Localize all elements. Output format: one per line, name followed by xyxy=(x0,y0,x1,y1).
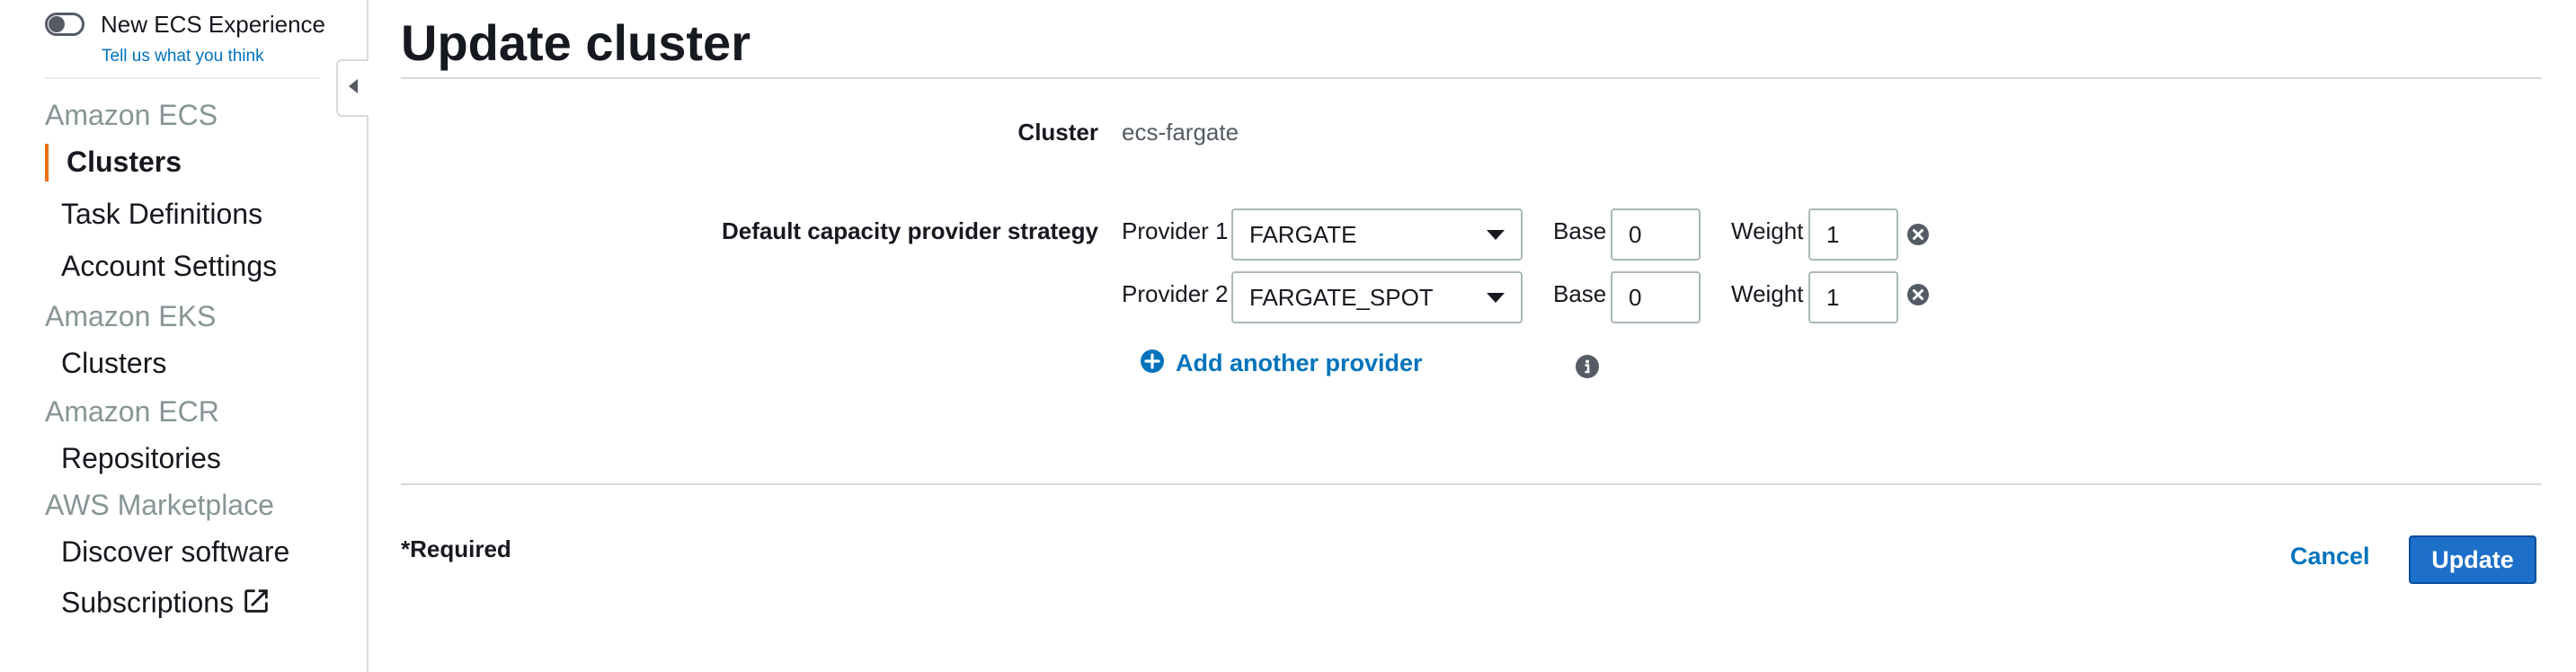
provider-2-base-input[interactable]: 0 xyxy=(1611,271,1701,323)
sidebar-heading-ecs: Amazon ECS xyxy=(45,99,218,131)
subscriptions-label: Subscriptions xyxy=(61,586,235,619)
required-note: *Required xyxy=(401,535,511,562)
provider-2-base-label: Base xyxy=(1553,280,1607,307)
add-plus-circle-icon xyxy=(1140,349,1165,378)
cluster-value: ecs-fargate xyxy=(1122,119,1239,146)
provider-1-weight-label: Weight xyxy=(1731,217,1804,244)
new-experience-toggle[interactable] xyxy=(45,13,84,36)
chevron-down-icon xyxy=(1487,230,1505,240)
footer-divider xyxy=(401,483,2542,485)
remove-provider-2-icon[interactable] xyxy=(1906,283,1930,306)
feedback-link[interactable]: Tell us what you think xyxy=(102,47,264,66)
sidebar-heading-marketplace: AWS Marketplace xyxy=(45,489,274,521)
provider-1-label: Provider 1 xyxy=(1122,217,1229,244)
caret-left-icon xyxy=(347,78,360,99)
new-experience-toggle-row[interactable]: New ECS Experience xyxy=(45,11,325,38)
title-divider xyxy=(401,77,2542,79)
page-title: Update cluster xyxy=(401,14,751,71)
sidebar-item-task-definitions[interactable]: Task Definitions xyxy=(61,198,262,231)
info-icon[interactable] xyxy=(1575,354,1600,379)
provider-2-label: Provider 2 xyxy=(1122,280,1229,307)
provider-1-base-label: Base xyxy=(1553,217,1607,244)
sidebar-item-subscriptions[interactable]: Subscriptions xyxy=(61,586,271,623)
cancel-button[interactable]: Cancel xyxy=(2290,543,2370,570)
strategy-label: Default capacity provider strategy xyxy=(721,217,1098,244)
provider-1-weight-input[interactable]: 1 xyxy=(1808,208,1898,261)
add-provider-label: Add another provider xyxy=(1176,349,1423,376)
provider-1-select[interactable]: FARGATE xyxy=(1231,208,1523,261)
sidebar-item-ecs-clusters[interactable]: Clusters xyxy=(67,146,182,179)
add-provider-button[interactable]: Add another provider xyxy=(1140,349,1423,378)
side-navigation: New ECS Experience Tell us what you thin… xyxy=(0,0,369,672)
provider-2-value: FARGATE_SPOT xyxy=(1249,283,1434,311)
new-experience-label: New ECS Experience xyxy=(101,10,325,38)
active-item-indicator xyxy=(45,144,49,181)
provider-2-select[interactable]: FARGATE_SPOT xyxy=(1231,271,1523,323)
sidebar-divider xyxy=(45,77,320,79)
sidebar-heading-ecr: Amazon ECR xyxy=(45,395,219,428)
external-link-icon xyxy=(241,586,271,623)
sidebar-item-repositories[interactable]: Repositories xyxy=(61,442,221,475)
sidebar-item-discover-software[interactable]: Discover software xyxy=(61,535,289,569)
provider-1-value: FARGATE xyxy=(1249,220,1357,248)
remove-provider-1-icon[interactable] xyxy=(1906,223,1930,246)
sidebar-item-account-settings[interactable]: Account Settings xyxy=(61,250,277,283)
cluster-label: Cluster xyxy=(1017,119,1098,146)
sidebar-item-eks-clusters[interactable]: Clusters xyxy=(61,347,166,380)
chevron-down-icon xyxy=(1487,293,1505,303)
provider-2-weight-label: Weight xyxy=(1731,280,1804,307)
collapse-sidebar-button[interactable] xyxy=(336,59,369,117)
update-button[interactable]: Update xyxy=(2409,535,2536,584)
toggle-knob-icon xyxy=(49,16,65,32)
provider-2-weight-input[interactable]: 1 xyxy=(1808,271,1898,323)
sidebar-heading-eks: Amazon EKS xyxy=(45,300,217,332)
provider-1-base-input[interactable]: 0 xyxy=(1611,208,1701,261)
